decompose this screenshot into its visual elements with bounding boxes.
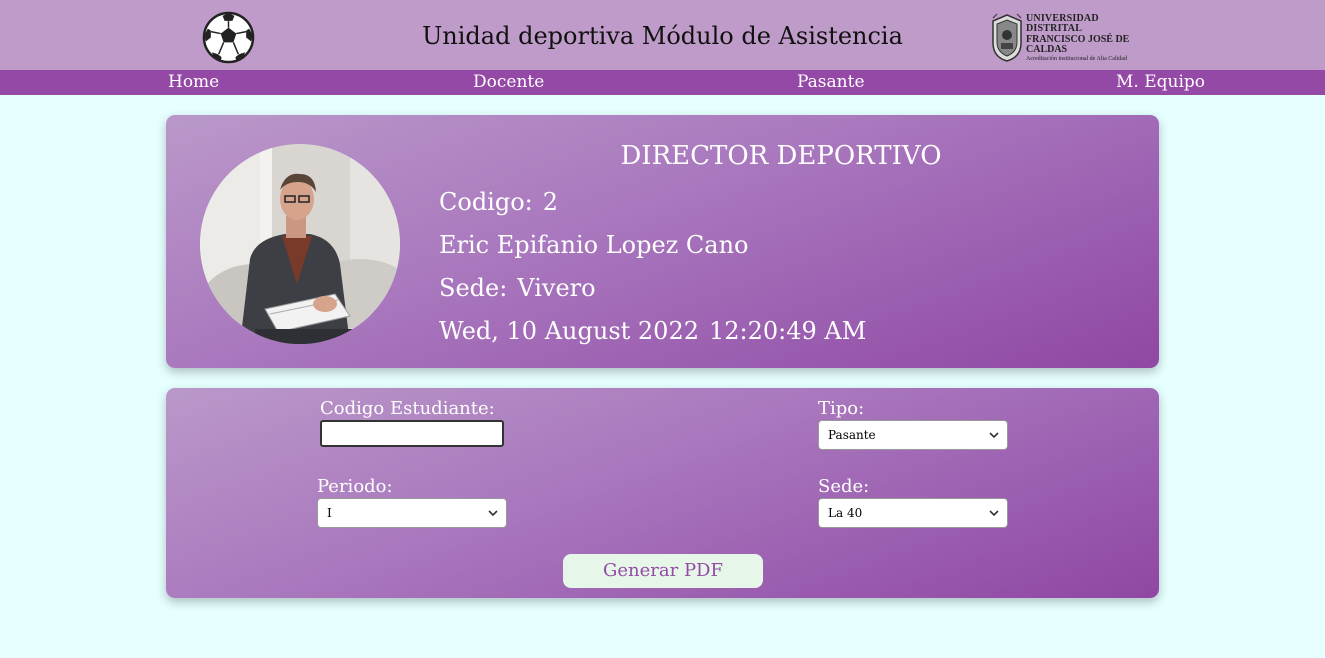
chevron-down-icon (989, 510, 999, 517)
periodo-select[interactable]: I (317, 498, 507, 528)
nav-bar: Home Docente Pasante M. Equipo (0, 70, 1325, 95)
codigo-estudiante-label: Codigo Estudiante: (320, 398, 495, 419)
logo-line-3: Acreditación institucional de Alta Calid… (1026, 56, 1127, 62)
sede-value: Vivero (517, 274, 596, 302)
codigo-value: 2 (542, 188, 559, 216)
codigo-label: Codigo: (439, 188, 533, 216)
logo-line-2: FRANCISCO JOSÉ DE CALDAS (1026, 34, 1130, 55)
tipo-select-value: Pasante (828, 428, 876, 442)
nav-m-equipo[interactable]: M. Equipo (1116, 72, 1205, 92)
person-photo-icon (200, 144, 400, 344)
header: Unidad deportiva Módulo de Asistencia UN… (0, 0, 1325, 70)
sede-row: Sede: Vivero (439, 274, 596, 302)
tipo-select[interactable]: Pasante (818, 420, 1008, 450)
profile-card: DIRECTOR DEPORTIVO Codigo: 2 Eric Epifani… (166, 115, 1159, 368)
logo-line-1: UNIVERSIDAD DISTRITAL (1026, 13, 1099, 34)
time-value: 12:20:49 AM (708, 317, 867, 345)
university-logo: UNIVERSIDAD DISTRITAL FRANCISCO JOSÉ DE … (990, 12, 1152, 64)
role-title: DIRECTOR DEPORTIVO (620, 141, 942, 171)
chevron-down-icon (488, 510, 498, 517)
sede-form-label: Sede: (818, 476, 870, 497)
generar-pdf-button[interactable]: Generar PDF (563, 554, 763, 588)
periodo-select-value: I (327, 506, 332, 520)
periodo-label: Periodo: (317, 476, 393, 497)
nav-pasante[interactable]: Pasante (797, 72, 865, 92)
tipo-label: Tipo: (818, 398, 865, 419)
university-seal-icon (992, 13, 1022, 62)
date-value: Wed, 10 August 2022 (439, 317, 699, 345)
sede-select-value: La 40 (828, 506, 863, 520)
nav-docente[interactable]: Docente (473, 72, 544, 92)
chevron-down-icon (989, 432, 999, 439)
codigo-row: Codigo: 2 (439, 188, 558, 216)
codigo-estudiante-input[interactable] (320, 420, 504, 447)
sede-select[interactable]: La 40 (818, 498, 1008, 528)
profile-photo (200, 144, 400, 344)
datetime-row: Wed, 10 August 2022 12:20:49 AM (439, 317, 866, 345)
nav-home[interactable]: Home (168, 72, 219, 92)
sede-label: Sede: (439, 274, 508, 302)
report-form-card: Codigo Estudiante: Tipo: Pasante Periodo… (166, 388, 1159, 598)
profile-name: Eric Epifanio Lopez Cano (439, 231, 749, 259)
